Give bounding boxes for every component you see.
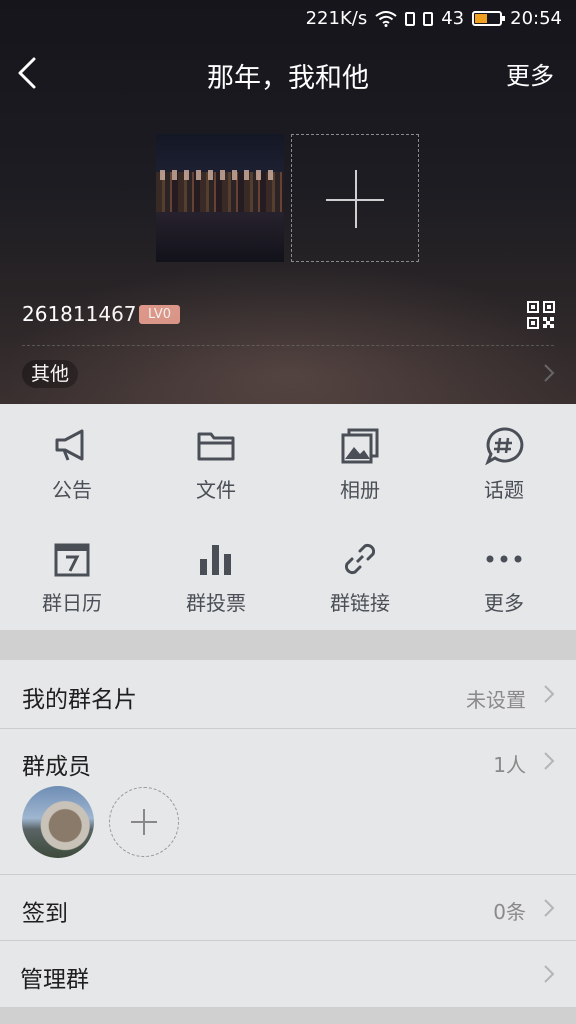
battery-icon	[472, 11, 506, 26]
level-badge: LV0	[139, 305, 180, 324]
group-id: 261811467	[22, 302, 137, 326]
checkin-row[interactable]: 签到 0条	[0, 875, 576, 940]
feature-label: 话题	[484, 478, 524, 502]
network-speed: 221K/s	[305, 8, 368, 29]
chevron-right-icon[interactable]	[542, 362, 556, 384]
feature-label: 更多	[484, 591, 524, 615]
group-category-tag[interactable]: 其他	[22, 360, 79, 388]
feature-calendar[interactable]: 群日历	[0, 517, 144, 630]
section-gap	[0, 630, 576, 660]
feature-label: 公告	[52, 478, 92, 502]
calendar-icon	[54, 543, 90, 577]
feature-grid: 公告 文件 相册 话题 群日历 群投票 群链接 更多	[0, 404, 576, 630]
sim2-icon	[423, 11, 434, 26]
chevron-right-icon	[544, 899, 555, 917]
manage-group-row[interactable]: 管理群	[0, 941, 576, 1007]
member-avatar[interactable]	[22, 786, 94, 858]
link-icon	[344, 543, 376, 575]
wifi-icon	[375, 10, 397, 27]
feature-label: 相册	[340, 478, 380, 502]
row-label: 群成员	[22, 754, 91, 780]
add-member-button[interactable]	[109, 787, 179, 857]
topic-icon	[485, 427, 524, 466]
album-icon	[341, 428, 379, 464]
sim1-icon	[405, 11, 416, 26]
feature-announcement[interactable]: 公告	[0, 404, 144, 517]
navbar: 那年，我和他 更多	[0, 44, 576, 100]
more-icon	[486, 555, 522, 563]
megaphone-icon	[55, 429, 84, 461]
feature-more[interactable]: 更多	[432, 517, 576, 630]
qr-code-icon[interactable]	[527, 301, 555, 329]
page-title: 那年，我和他	[207, 63, 369, 94]
row-label: 我的群名片	[22, 687, 137, 713]
my-group-card-row[interactable]: 我的群名片 未设置	[0, 660, 576, 728]
group-photo[interactable]	[156, 134, 284, 262]
battery-level: 43	[441, 8, 465, 29]
folder-icon	[197, 432, 235, 461]
chevron-right-icon	[544, 965, 555, 983]
row-label: 签到	[22, 901, 68, 927]
chevron-right-icon	[544, 685, 555, 703]
row-value: 0条	[493, 900, 526, 924]
feature-vote[interactable]: 群投票	[144, 517, 288, 630]
feature-album[interactable]: 相册	[288, 404, 432, 517]
feature-label: 群日历	[42, 591, 102, 615]
feature-topic[interactable]: 话题	[432, 404, 576, 517]
vote-icon	[200, 545, 231, 575]
row-label: 管理群	[20, 967, 89, 993]
feature-label: 群链接	[330, 591, 390, 615]
section-gap	[0, 1007, 576, 1024]
divider	[22, 345, 554, 346]
feature-label: 文件	[196, 478, 236, 502]
add-photo-button[interactable]	[291, 134, 419, 262]
feature-link[interactable]: 群链接	[288, 517, 432, 630]
more-button[interactable]: 更多	[506, 56, 554, 91]
group-header: 221K/s 43 20:54 那年，我和他 更多 261811467 LV0	[0, 0, 576, 404]
clock: 20:54	[510, 8, 562, 29]
row-value: 1人	[493, 753, 526, 777]
row-value: 未设置	[466, 688, 526, 712]
status-bar: 221K/s 43 20:54	[0, 0, 576, 36]
chevron-right-icon	[544, 752, 555, 770]
feature-files[interactable]: 文件	[144, 404, 288, 517]
feature-label: 群投票	[186, 591, 246, 615]
